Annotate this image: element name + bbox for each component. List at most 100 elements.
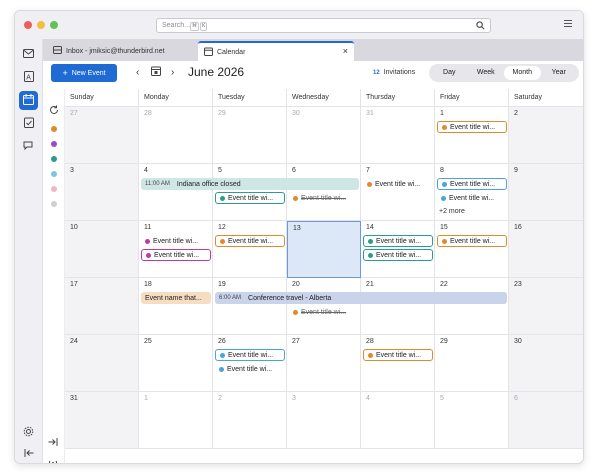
expand-panel-icon[interactable] bbox=[48, 438, 58, 448]
calendar-space-button[interactable] bbox=[19, 91, 38, 110]
day-cell[interactable]: 31 bbox=[361, 107, 435, 164]
next-month-button[interactable]: › bbox=[171, 67, 174, 78]
day-cell[interactable]: 6 bbox=[509, 392, 583, 449]
day-cell[interactable]: 29 bbox=[435, 335, 509, 392]
mail-space-button[interactable] bbox=[19, 45, 38, 64]
calendar-event[interactable]: Event title wi... bbox=[437, 235, 507, 247]
tasks-space-button[interactable] bbox=[19, 114, 38, 133]
calendar-color-dot[interactable] bbox=[51, 201, 57, 207]
calendar-color-dot[interactable] bbox=[51, 156, 57, 162]
day-cell[interactable]: 21 bbox=[361, 278, 435, 335]
day-cell[interactable]: 18 bbox=[139, 278, 213, 335]
day-cell[interactable]: 10 bbox=[65, 221, 139, 278]
chat-space-button[interactable] bbox=[19, 137, 38, 156]
day-cell[interactable]: 4 bbox=[361, 392, 435, 449]
minimize-window-button[interactable] bbox=[37, 21, 45, 29]
calendar-event[interactable]: Event title wi... bbox=[289, 306, 359, 318]
calendar-color-dot[interactable] bbox=[51, 186, 57, 192]
calendar-event[interactable]: Event title wi... bbox=[141, 235, 211, 247]
day-cell[interactable]: 1 bbox=[139, 392, 213, 449]
day-cell[interactable]: 23 bbox=[509, 278, 583, 335]
calendar-event[interactable]: Event title wi... bbox=[141, 249, 211, 261]
day-number: 16 bbox=[514, 224, 522, 231]
event-title: Event name that... bbox=[145, 294, 202, 302]
tab-calendar[interactable]: Calendar × bbox=[198, 41, 354, 61]
calendar-event[interactable]: Event title wi... bbox=[215, 363, 285, 375]
calendar-toolbar: + New Event ‹ › June 2026 12 Invitations… bbox=[43, 61, 583, 89]
view-day-button[interactable]: Day bbox=[431, 66, 468, 80]
address-book-space-button[interactable]: A bbox=[19, 68, 38, 87]
calendar-event[interactable]: Event title wi... bbox=[215, 349, 285, 361]
previous-month-button[interactable]: ‹ bbox=[136, 67, 139, 78]
calendar-event[interactable]: Event title wi... bbox=[363, 178, 433, 190]
today-button[interactable] bbox=[151, 66, 161, 78]
day-cell[interactable]: 12 bbox=[213, 221, 287, 278]
refresh-icon[interactable] bbox=[49, 105, 59, 117]
calendar-event[interactable]: Event title wi... bbox=[437, 178, 507, 190]
day-cell[interactable]: 28 bbox=[139, 107, 213, 164]
search-icon[interactable] bbox=[476, 21, 485, 32]
close-window-button[interactable] bbox=[24, 21, 32, 29]
tab-calendar-label: Calendar bbox=[217, 48, 246, 56]
day-cell[interactable]: 2 bbox=[509, 107, 583, 164]
day-cell[interactable]: 30 bbox=[287, 107, 361, 164]
day-cell[interactable]: 27 bbox=[65, 107, 139, 164]
multi-day-event[interactable]: 6:00 AM Conference travel - Alberta bbox=[215, 292, 507, 304]
day-cell[interactable]: 19 bbox=[213, 278, 287, 335]
day-cell[interactable]: 29 bbox=[213, 107, 287, 164]
calendar-event[interactable]: Event title wi... bbox=[215, 235, 285, 247]
calendar-color-dot[interactable] bbox=[51, 171, 57, 177]
close-tab-icon[interactable]: × bbox=[343, 46, 348, 56]
day-cell[interactable]: 13 bbox=[287, 221, 361, 278]
day-cell[interactable]: 16 bbox=[509, 221, 583, 278]
day-number: 27 bbox=[292, 338, 300, 345]
more-events-link[interactable]: +2 more bbox=[439, 208, 465, 215]
view-week-button[interactable]: Week bbox=[468, 66, 505, 80]
calendar-event[interactable]: Event title wi... bbox=[363, 235, 433, 247]
calendar-event[interactable]: Event title wi... bbox=[215, 192, 285, 204]
view-month-button[interactable]: Month bbox=[504, 66, 541, 80]
day-cell[interactable]: 7 bbox=[361, 164, 435, 221]
calendar-event[interactable]: Event name that... bbox=[141, 292, 211, 304]
day-cell[interactable]: 30 bbox=[509, 335, 583, 392]
calendar-event[interactable]: Event title wi... bbox=[437, 121, 507, 133]
day-cell[interactable]: 22 bbox=[435, 278, 509, 335]
day-cell[interactable]: 3 bbox=[65, 164, 139, 221]
day-cell[interactable]: 1 bbox=[435, 107, 509, 164]
invitations-button[interactable]: 12 Invitations bbox=[373, 69, 415, 76]
day-number: 14 bbox=[366, 224, 374, 231]
day-number: 20 bbox=[292, 281, 300, 288]
multi-day-event[interactable]: 11:00 AM Indiana office closed bbox=[141, 178, 359, 190]
calendar-event[interactable]: Event title wi... bbox=[289, 192, 359, 204]
global-search-input[interactable]: Search... ⌘ K bbox=[156, 18, 491, 33]
calendar-color-dot[interactable] bbox=[51, 141, 57, 147]
day-cell[interactable]: 27 bbox=[287, 335, 361, 392]
day-number: 3 bbox=[292, 395, 296, 402]
day-cell[interactable]: 31 bbox=[65, 392, 139, 449]
view-year-button[interactable]: Year bbox=[541, 66, 578, 80]
app-menu-icon[interactable] bbox=[563, 19, 573, 30]
day-cell[interactable]: 9 bbox=[509, 164, 583, 221]
calendar-event[interactable]: Event title wi... bbox=[437, 192, 507, 204]
day-cell[interactable]: 25 bbox=[139, 335, 213, 392]
settings-space-button[interactable] bbox=[19, 423, 38, 442]
day-cell[interactable]: 4 bbox=[139, 164, 213, 221]
calendar-event[interactable]: Event title wi... bbox=[363, 349, 433, 361]
weekday-header: Monday bbox=[139, 89, 213, 107]
day-cell[interactable]: 2 bbox=[213, 392, 287, 449]
day-number: 1 bbox=[144, 395, 148, 402]
day-cell[interactable]: 5 bbox=[435, 392, 509, 449]
new-event-button[interactable]: + New Event bbox=[51, 64, 117, 82]
day-cell[interactable]: 24 bbox=[65, 335, 139, 392]
day-cell[interactable]: 15 bbox=[435, 221, 509, 278]
event-title: Event title wi... bbox=[228, 351, 274, 359]
tab-inbox[interactable]: Inbox - jmiksic@thunderbird.net bbox=[47, 41, 195, 61]
collapse-spaces-button[interactable] bbox=[19, 444, 38, 463]
calendar-color-dot[interactable] bbox=[51, 126, 57, 132]
calendar-event[interactable]: Event title wi... bbox=[363, 249, 433, 261]
day-cell[interactable]: 28 bbox=[361, 335, 435, 392]
day-number: 11 bbox=[144, 224, 152, 231]
day-cell[interactable]: 17 bbox=[65, 278, 139, 335]
zoom-window-button[interactable] bbox=[50, 21, 58, 29]
day-cell[interactable]: 3 bbox=[287, 392, 361, 449]
